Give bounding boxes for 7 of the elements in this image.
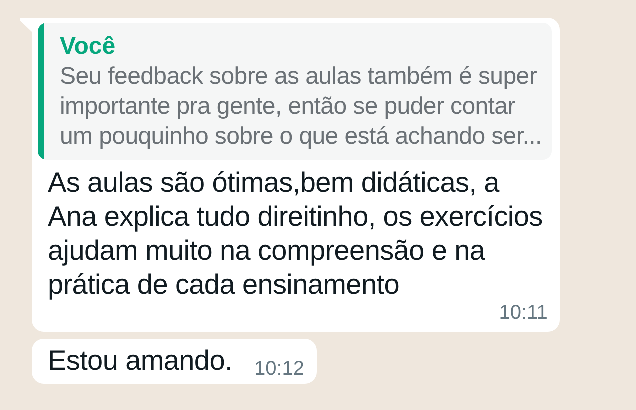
quoted-message[interactable]: Você Seu feedback sobre as aulas também é super importante pra gente, então se puder contar um pouquinho sobre o que está achando ser...: [38, 23, 552, 160]
message-text: As aulas são ótimas,bem didáticas, a Ana explica tudo direitinho, os exercícios ajudam muito na compreensão e na prática de cada ensinamento: [48, 166, 543, 302]
message-time: 10:12: [254, 358, 305, 380]
quoted-text: Seu feedback sobre as aulas também é super importante pra gente, então se puder contar um pouquinho sobre o que está achando ser...: [60, 62, 542, 152]
quote-author: Você: [60, 32, 117, 62]
message-text: Estou amando.: [48, 344, 232, 378]
message-time: 10:11: [499, 302, 548, 324]
